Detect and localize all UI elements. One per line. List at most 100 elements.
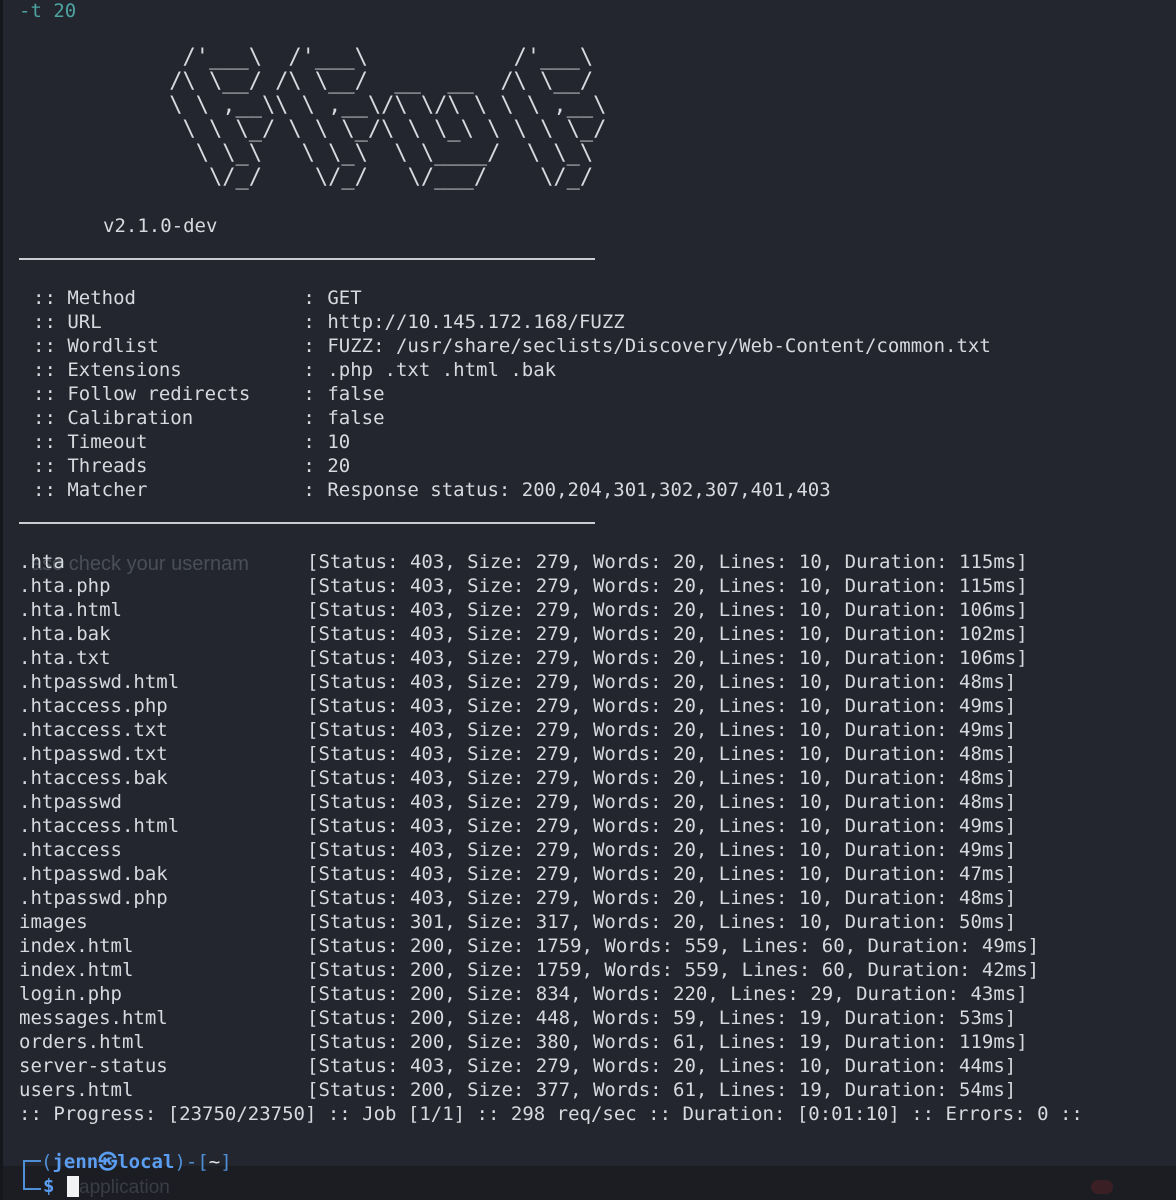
config-prefix: :: bbox=[33, 311, 68, 333]
prompt-mid: )-[ bbox=[174, 1151, 209, 1173]
config-prefix: :: bbox=[33, 383, 68, 405]
result-info: [Status: 403, Size: 279, Words: 20, Line… bbox=[307, 719, 1017, 741]
result-info: [Status: 403, Size: 279, Words: 20, Line… bbox=[307, 695, 1017, 717]
prompt-dir: ~ bbox=[208, 1151, 221, 1173]
background-ghost-text-2: application bbox=[79, 1177, 170, 1198]
config-value: FUZZ: /usr/share/seclists/Discovery/Web-… bbox=[327, 335, 991, 357]
shell-prompt[interactable]: (jenn㉿local)-[~] $ application bbox=[3, 1146, 1176, 1200]
config-colon: : bbox=[303, 383, 315, 405]
result-path: .htaccess.txt bbox=[19, 719, 168, 741]
result-path: .htaccess.bak bbox=[19, 767, 168, 789]
config-key: Extensions bbox=[67, 359, 182, 381]
prompt-bracket-icon bbox=[23, 1160, 41, 1190]
result-info: [Status: 403, Size: 279, Words: 20, Line… bbox=[307, 815, 1017, 837]
config-value: false bbox=[327, 407, 385, 429]
config-prefix: :: bbox=[33, 479, 68, 501]
result-info: [Status: 403, Size: 279, Words: 20, Line… bbox=[307, 887, 1017, 909]
config-colon: : bbox=[303, 407, 315, 429]
result-info: [Status: 403, Size: 279, Words: 20, Line… bbox=[307, 575, 1028, 597]
config-colon: : bbox=[303, 311, 315, 333]
config-colon: : bbox=[303, 335, 315, 357]
prompt-open: ( bbox=[41, 1151, 53, 1173]
config-key: Threads bbox=[67, 455, 148, 477]
result-path: messages.html bbox=[19, 1007, 168, 1029]
background-notification-icon bbox=[1091, 1180, 1113, 1194]
result-info: [Status: 403, Size: 279, Words: 20, Line… bbox=[307, 767, 1017, 789]
result-path: .htpasswd.php bbox=[19, 887, 168, 909]
separator-top bbox=[19, 258, 595, 260]
config-row: :: URL: http://10.145.172.168/FUZZ bbox=[33, 310, 625, 334]
config-key: Matcher bbox=[67, 479, 148, 501]
prompt-context: (jenn㉿local)-[~] bbox=[41, 1150, 232, 1174]
result-path: .hta.txt bbox=[19, 647, 111, 669]
config-prefix: :: bbox=[33, 407, 68, 429]
result-path: .htpasswd.bak bbox=[19, 863, 168, 885]
result-info: [Status: 403, Size: 279, Words: 20, Line… bbox=[307, 839, 1017, 861]
result-path: .htaccess.html bbox=[19, 815, 180, 837]
command-flag: -t 20 bbox=[19, 0, 77, 22]
config-value: GET bbox=[327, 287, 362, 309]
config-value: .php .txt .html .bak bbox=[327, 359, 557, 381]
result-info: [Status: 403, Size: 279, Words: 20, Line… bbox=[307, 863, 1017, 885]
result-path: .hta bbox=[19, 551, 65, 573]
config-value: 10 bbox=[327, 431, 351, 453]
result-path: users.html bbox=[19, 1079, 134, 1101]
ffuf-ascii-banner: /'___\ /'___\ /'___\ /\ \__/ /\ \__/ __ … bbox=[169, 45, 607, 190]
config-row: :: Calibration: false bbox=[33, 406, 385, 430]
result-path: .hta.bak bbox=[19, 623, 111, 645]
config-prefix: :: bbox=[33, 359, 68, 381]
result-info: [Status: 403, Size: 279, Words: 20, Line… bbox=[307, 623, 1028, 645]
text-cursor[interactable] bbox=[67, 1176, 79, 1197]
command-tail: -t 20 bbox=[19, 0, 76, 23]
result-path: index.html bbox=[19, 959, 134, 981]
result-path: .hta.html bbox=[19, 599, 122, 621]
result-info: [Status: 403, Size: 279, Words: 20, Line… bbox=[307, 743, 1017, 765]
result-path: images bbox=[19, 911, 88, 933]
version-label: v2.1.0-dev bbox=[103, 215, 218, 237]
result-info: [Status: 403, Size: 279, Words: 20, Line… bbox=[307, 1055, 1017, 1077]
config-key: Wordlist bbox=[67, 335, 159, 357]
result-path: .hta.php bbox=[19, 575, 111, 597]
prompt-close: ] bbox=[220, 1151, 232, 1173]
separator-bottom bbox=[19, 522, 595, 524]
result-path: .htaccess bbox=[19, 839, 122, 861]
progress-line: :: Progress: [23750/23750] :: Job [1/1] … bbox=[19, 1103, 1083, 1125]
result-path: index.html bbox=[19, 935, 134, 957]
config-value: Response status: 200,204,301,302,307,401… bbox=[327, 479, 831, 501]
config-colon: : bbox=[303, 479, 315, 501]
result-info: [Status: 403, Size: 279, Words: 20, Line… bbox=[307, 791, 1017, 813]
result-info: [Status: 200, Size: 380, Words: 61, Line… bbox=[307, 1031, 1028, 1053]
config-row: :: Extensions: .php .txt .html .bak bbox=[33, 358, 556, 382]
config-row: :: Threads:20 bbox=[33, 454, 350, 478]
result-path: login.php bbox=[19, 983, 122, 1005]
result-info: [Status: 200, Size: 1759, Words: 559, Li… bbox=[307, 935, 1040, 957]
result-path: orders.html bbox=[19, 1031, 145, 1053]
terminal-window[interactable]: -t 20 /'___\ /'___\ /'___\ /\ \__/ /\ \_… bbox=[0, 0, 1176, 1200]
config-value: 20 bbox=[327, 455, 351, 477]
config-row: :: Wordlist: FUZZ: /usr/share/seclists/Di… bbox=[33, 334, 991, 358]
result-path: server-status bbox=[19, 1055, 168, 1077]
result-info: [Status: 403, Size: 279, Words: 20, Line… bbox=[307, 599, 1028, 621]
config-key: Calibration bbox=[67, 407, 194, 429]
config-row: :: Matcher: Response status: 200,204,301,… bbox=[33, 478, 831, 502]
config-value: false bbox=[327, 383, 385, 405]
result-path: .htpasswd bbox=[19, 791, 122, 813]
config-key: Timeout bbox=[67, 431, 148, 453]
prompt-at-icon: ㉿ bbox=[98, 1151, 118, 1173]
config-value: http://10.145.172.168/FUZZ bbox=[327, 311, 625, 333]
config-colon: : bbox=[303, 455, 315, 477]
result-info: [Status: 301, Size: 317, Words: 20, Line… bbox=[307, 911, 1017, 933]
config-prefix: :: bbox=[33, 431, 68, 453]
result-info: [Status: 200, Size: 377, Words: 61, Line… bbox=[307, 1079, 1017, 1101]
config-prefix: :: bbox=[33, 455, 68, 477]
result-path: .htpasswd.html bbox=[19, 671, 180, 693]
result-info: [Status: 403, Size: 279, Words: 20, Line… bbox=[307, 671, 1017, 693]
prompt-host: local bbox=[117, 1151, 175, 1173]
config-prefix: :: bbox=[33, 287, 68, 309]
result-info: [Status: 403, Size: 279, Words: 20, Line… bbox=[307, 647, 1028, 669]
result-info: [Status: 200, Size: 834, Words: 220, Lin… bbox=[307, 983, 1028, 1005]
result-path: .htaccess.php bbox=[19, 695, 168, 717]
config-row: :: Follow redirects: false bbox=[33, 382, 385, 406]
config-row: :: Method: GET bbox=[33, 286, 362, 310]
config-key: Method bbox=[67, 287, 136, 309]
